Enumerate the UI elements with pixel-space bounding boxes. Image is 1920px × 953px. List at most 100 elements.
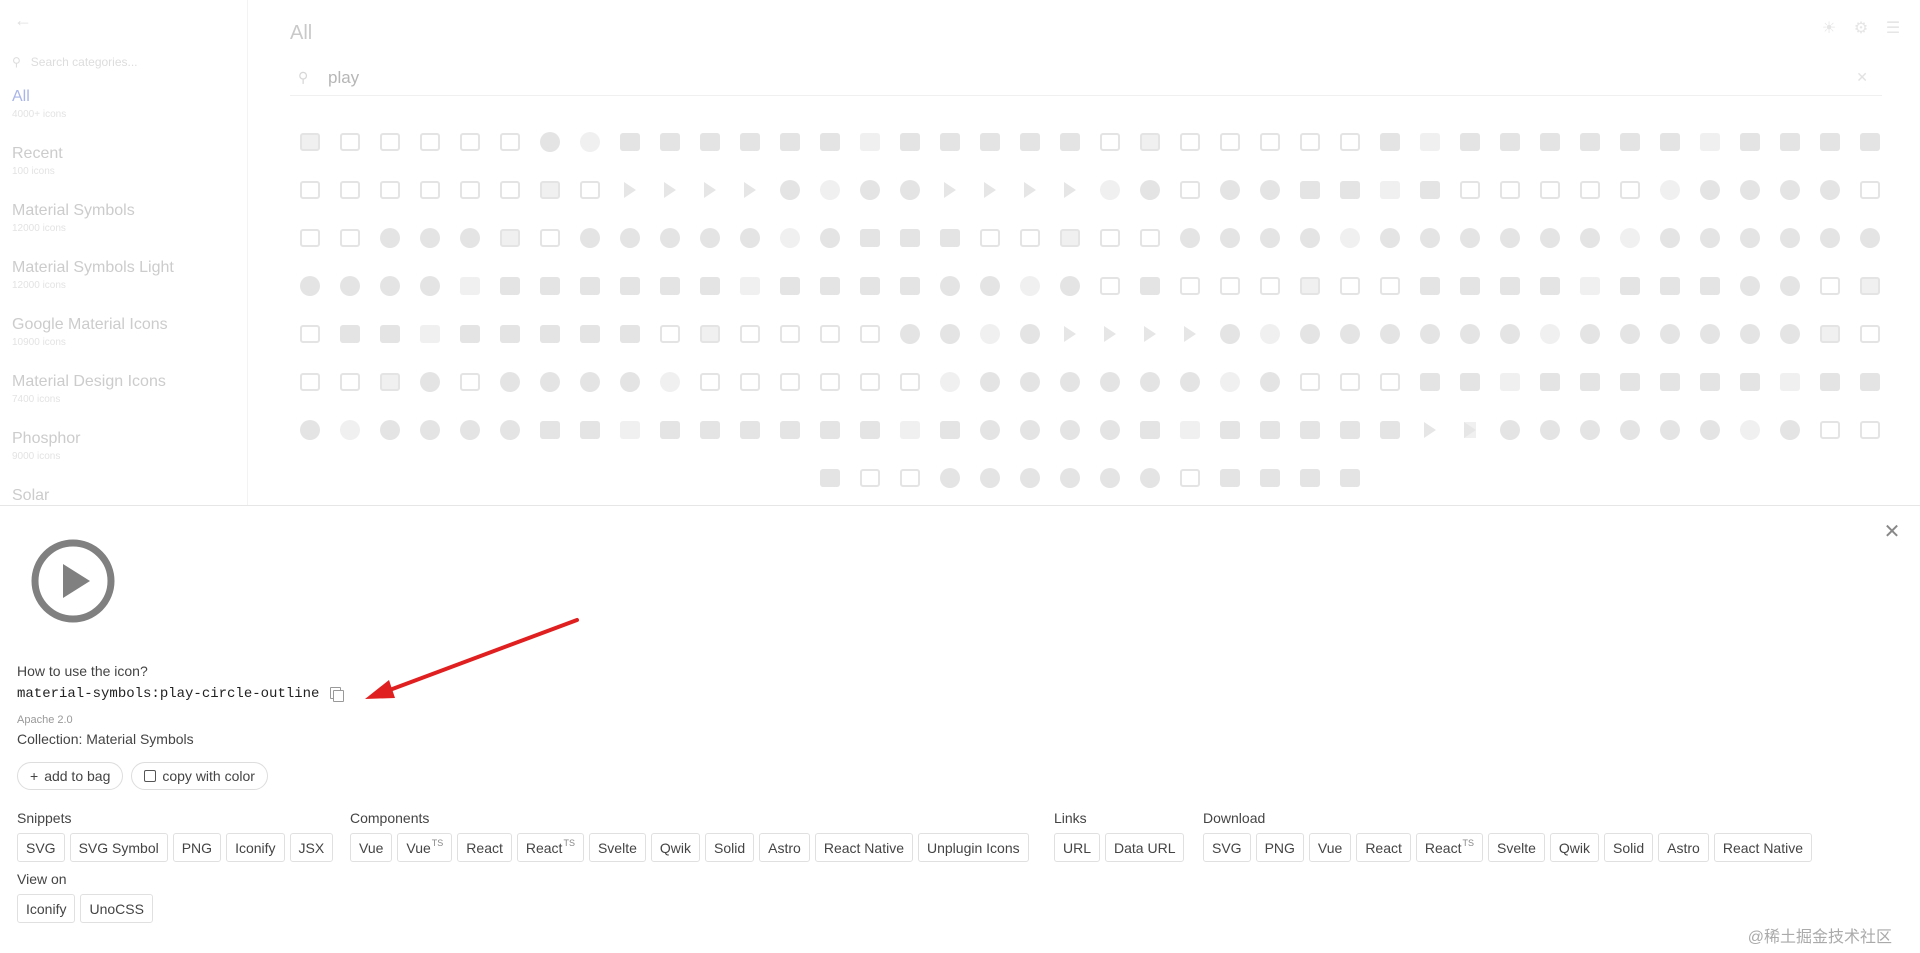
result-icon[interactable] — [1570, 166, 1610, 214]
result-icon[interactable] — [1570, 214, 1610, 262]
result-icon[interactable] — [1770, 214, 1810, 262]
result-icon[interactable] — [730, 406, 770, 454]
result-icon[interactable] — [930, 358, 970, 406]
copy-with-color-toggle[interactable]: copy with color — [131, 762, 268, 790]
result-icon[interactable] — [810, 118, 850, 166]
result-icon[interactable] — [330, 262, 370, 310]
result-icon[interactable] — [1810, 118, 1850, 166]
result-icon[interactable] — [1370, 166, 1410, 214]
result-icon[interactable] — [1530, 214, 1570, 262]
result-icon[interactable] — [1490, 118, 1530, 166]
result-icon[interactable] — [1010, 118, 1050, 166]
result-icon[interactable] — [1770, 358, 1810, 406]
result-icon[interactable] — [450, 166, 490, 214]
result-icon[interactable] — [1450, 262, 1490, 310]
result-icon[interactable] — [370, 406, 410, 454]
result-icon[interactable] — [970, 358, 1010, 406]
result-icon[interactable] — [650, 406, 690, 454]
result-icon[interactable] — [490, 166, 530, 214]
result-icon[interactable] — [1850, 406, 1890, 454]
result-icon[interactable] — [1250, 166, 1290, 214]
category-item-material-design-icons[interactable]: Material Design Icons 7400 icons — [0, 367, 248, 424]
result-icon[interactable] — [410, 118, 450, 166]
result-icon[interactable] — [1370, 118, 1410, 166]
link-data-url-button[interactable]: Data URL — [1105, 833, 1185, 862]
result-icon[interactable] — [890, 310, 930, 358]
result-icon[interactable] — [1690, 310, 1730, 358]
snippet-svg-button[interactable]: SVG — [17, 833, 65, 862]
download-vue-button[interactable]: Vue — [1308, 833, 1352, 862]
result-icon[interactable] — [930, 118, 970, 166]
result-icon[interactable] — [330, 118, 370, 166]
result-icon[interactable] — [1530, 118, 1570, 166]
result-icon[interactable] — [1570, 406, 1610, 454]
result-icon[interactable] — [1450, 118, 1490, 166]
result-icon[interactable] — [1170, 310, 1210, 358]
result-icon[interactable] — [410, 310, 450, 358]
result-icon[interactable] — [1850, 262, 1890, 310]
snippet-svg-symbol-button[interactable]: SVG Symbol — [69, 833, 168, 862]
result-icon[interactable] — [1730, 214, 1770, 262]
result-icon[interactable] — [450, 358, 490, 406]
result-icon[interactable] — [1250, 262, 1290, 310]
result-icon[interactable] — [930, 454, 970, 502]
result-icon[interactable] — [1090, 166, 1130, 214]
result-icon[interactable] — [290, 214, 330, 262]
back-arrow-icon[interactable]: ← — [14, 10, 38, 34]
result-icon[interactable] — [1450, 406, 1490, 454]
result-icon[interactable] — [450, 262, 490, 310]
result-icon[interactable] — [1610, 310, 1650, 358]
result-icon[interactable] — [1850, 358, 1890, 406]
result-icon[interactable] — [1010, 214, 1050, 262]
result-icon[interactable] — [290, 310, 330, 358]
result-icon[interactable] — [490, 214, 530, 262]
download-react-ts-button[interactable]: React TS — [1415, 833, 1483, 862]
result-icon[interactable] — [610, 214, 650, 262]
add-to-bag-button[interactable]: + add to bag — [17, 762, 124, 790]
result-icon[interactable] — [1690, 214, 1730, 262]
close-icon[interactable]: ✕ — [1882, 522, 1902, 542]
icon-id[interactable]: material-symbols:play-circle-outline — [17, 686, 319, 702]
result-icon[interactable] — [1250, 454, 1290, 502]
result-icon[interactable] — [890, 358, 930, 406]
result-icon[interactable] — [1690, 262, 1730, 310]
result-icon[interactable] — [850, 262, 890, 310]
result-icon[interactable] — [1570, 310, 1610, 358]
result-icon[interactable] — [970, 454, 1010, 502]
result-icon[interactable] — [1450, 358, 1490, 406]
result-icon[interactable] — [1410, 214, 1450, 262]
result-icon[interactable] — [1330, 454, 1370, 502]
result-icon[interactable] — [530, 262, 570, 310]
result-icon[interactable] — [410, 166, 450, 214]
result-icon[interactable] — [490, 406, 530, 454]
result-icon[interactable] — [1810, 358, 1850, 406]
result-icon[interactable] — [1690, 166, 1730, 214]
result-icon[interactable] — [1650, 406, 1690, 454]
result-icon[interactable] — [570, 262, 610, 310]
result-icon[interactable] — [1210, 310, 1250, 358]
result-icon[interactable] — [410, 214, 450, 262]
result-icon[interactable] — [1130, 358, 1170, 406]
result-icon[interactable] — [770, 358, 810, 406]
result-icon[interactable] — [1770, 118, 1810, 166]
result-icon[interactable] — [1170, 214, 1210, 262]
result-icon[interactable] — [850, 454, 890, 502]
result-icon[interactable] — [970, 214, 1010, 262]
result-icon[interactable] — [570, 118, 610, 166]
result-icon[interactable] — [1330, 214, 1370, 262]
result-icon[interactable] — [610, 262, 650, 310]
result-icon[interactable] — [1410, 166, 1450, 214]
result-icon[interactable] — [970, 118, 1010, 166]
result-icon[interactable] — [330, 166, 370, 214]
result-icon[interactable] — [1130, 118, 1170, 166]
result-icon[interactable] — [1330, 310, 1370, 358]
icon-search-input[interactable] — [328, 67, 1828, 88]
checkbox[interactable] — [144, 770, 157, 782]
result-icon[interactable] — [530, 214, 570, 262]
result-icon[interactable] — [810, 310, 850, 358]
component-react-ts-button[interactable]: React TS — [516, 833, 584, 862]
result-icon[interactable] — [890, 214, 930, 262]
result-icon[interactable] — [1290, 214, 1330, 262]
result-icon[interactable] — [730, 214, 770, 262]
result-icon[interactable] — [1010, 262, 1050, 310]
